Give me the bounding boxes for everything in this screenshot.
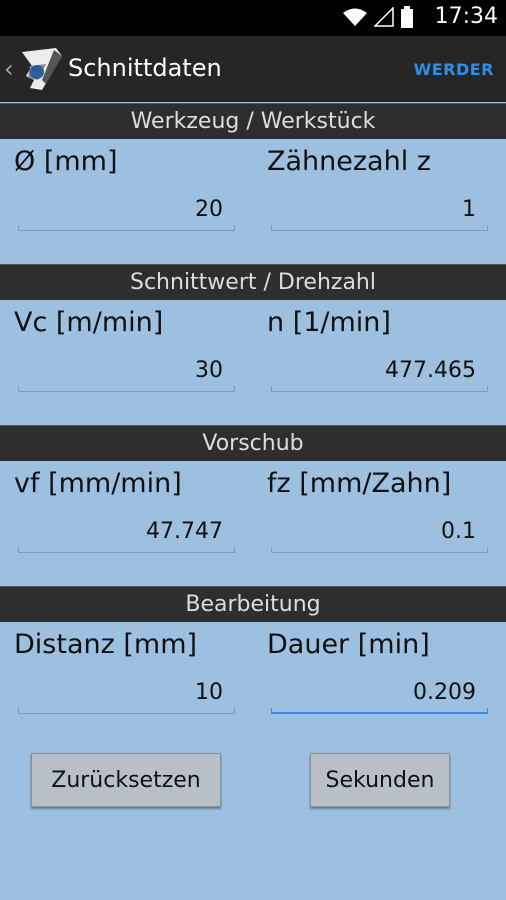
field-underline [271,386,488,392]
drehzahl-field[interactable] [271,355,488,392]
app-logo-icon[interactable] [16,46,64,92]
dauer-input[interactable] [271,677,488,707]
field-underline [271,547,488,553]
field-underline [18,708,235,714]
vf-field[interactable] [18,516,235,553]
vc-field[interactable] [18,355,235,392]
page-title: Schnittdaten [68,54,222,82]
label-fz: fz [mm/Zahn] [267,468,452,499]
section-header-bearbeitung: Bearbeitung [0,586,506,622]
field-underline [271,708,488,714]
battery-icon [401,6,413,28]
distanz-input[interactable] [18,677,235,707]
durchmesser-input[interactable] [18,194,235,224]
status-bar: 17:34 [0,0,506,36]
label-vc: Vc [m/min] [14,307,164,338]
back-arrow-icon[interactable]: ‹ [4,55,14,83]
section-header-vorschub: Vorschub [0,425,506,461]
label-vf: vf [mm/min] [14,468,182,499]
distanz-field[interactable] [18,677,235,714]
section-header-schnittwert: Schnittwert / Drehzahl [0,264,506,300]
dauer-field[interactable] [271,677,488,714]
drehzahl-input[interactable] [271,355,488,385]
fz-field[interactable] [271,516,488,553]
field-underline [18,386,235,392]
reset-button[interactable]: Zurücksetzen [31,753,221,807]
status-icons [342,6,414,28]
field-underline [271,225,488,231]
vf-input[interactable] [18,516,235,546]
field-underline [18,547,235,553]
durchmesser-field[interactable] [18,194,235,231]
label-zaehnezahl: Zähnezahl z [267,146,431,177]
fz-input[interactable] [271,516,488,546]
zaehnezahl-field[interactable] [271,194,488,231]
label-distanz: Distanz [mm] [14,629,198,660]
field-underline [18,225,235,231]
signal-icon [374,7,394,27]
brand-label[interactable]: WERDER [414,60,494,79]
status-time: 17:34 [434,4,498,29]
label-dauer: Dauer [min] [267,629,430,660]
vc-input[interactable] [18,355,235,385]
wifi-icon [343,8,367,26]
label-drehzahl: n [1/min] [267,307,391,338]
section-header-werkzeug: Werkzeug / Werkstück [0,103,506,139]
zaehnezahl-input[interactable] [271,194,488,224]
seconds-button[interactable]: Sekunden [310,753,450,807]
label-durchmesser: Ø [mm] [14,146,118,177]
action-bar: ‹ Schnittdaten WERDER [0,36,506,102]
